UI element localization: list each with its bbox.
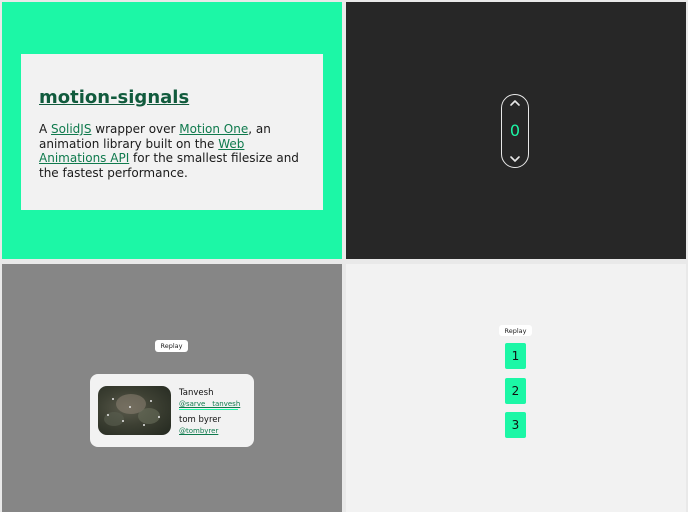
intro-text-b: wrapper over	[91, 122, 180, 136]
solidjs-link[interactable]: SolidJS	[51, 122, 91, 136]
intro-card: motion-signals A SolidJS wrapper over Mo…	[21, 54, 323, 210]
chevron-down-icon	[510, 156, 520, 162]
counter-value: 0	[509, 121, 521, 140]
list-item: 1	[505, 343, 526, 369]
profile-entry: tom byrer @tombyrer	[179, 415, 221, 436]
profile-panel: Replay Tanvesh @sarve__tanvesh tom byrer…	[2, 264, 342, 512]
motion-one-link[interactable]: Motion One	[179, 122, 248, 136]
profile-entry: Tanvesh @sarve__tanvesh	[179, 388, 240, 409]
profile-handle-link[interactable]: @sarve__tanvesh	[179, 399, 240, 409]
profile-card: Tanvesh @sarve__tanvesh tom byrer @tomby…	[90, 374, 254, 447]
intro-description: A SolidJS wrapper over Motion One, an an…	[39, 122, 305, 180]
profile-name: tom byrer	[179, 415, 221, 425]
list-item: 3	[505, 412, 526, 438]
profile-handle-link[interactable]: @tombyrer	[179, 426, 221, 436]
increment-button[interactable]	[509, 99, 521, 107]
list-panel: Replay 1 2 3	[346, 264, 686, 512]
intro-panel: motion-signals A SolidJS wrapper over Mo…	[2, 2, 342, 259]
page-title: motion-signals	[39, 87, 190, 108]
divider	[179, 409, 238, 410]
list-item: 2	[505, 378, 526, 404]
chevron-up-icon	[510, 100, 520, 106]
intro-text-a: A	[39, 122, 52, 136]
replay-button[interactable]: Replay	[155, 340, 188, 352]
profile-name: Tanvesh	[179, 388, 214, 398]
decrement-button[interactable]	[509, 155, 521, 163]
counter-widget: 0	[501, 94, 529, 168]
replay-button[interactable]: Replay	[499, 325, 532, 336]
profile-image	[98, 386, 171, 435]
counter-panel: 0	[346, 2, 686, 259]
